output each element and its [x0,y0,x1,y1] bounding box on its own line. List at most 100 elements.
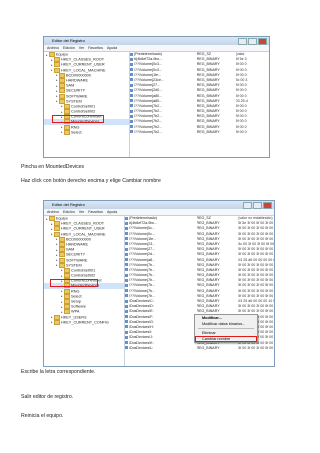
value-name: \??\Volume{7b2... [134,119,163,124]
value-name: \??\Volume{7b2... [134,124,163,129]
menu-item[interactable]: Ayuda [107,45,117,51]
value-name: \??\Volume{7b2... [134,103,163,108]
caption-step-3: Escribe la letra correspondiente. [21,369,96,375]
value-name: \??\Volume{1fe... [129,236,157,241]
tree-item-label: ControlSet001 [71,104,96,109]
menu-item[interactable]: Archivo [47,209,59,215]
tree-item-label: HKEY_CURRENT_USER [61,62,105,67]
binary-value-icon [130,94,133,98]
menu-item[interactable]: Edición [63,45,75,51]
binary-value-icon [125,221,128,225]
binary-value-icon [130,130,133,134]
tree-item[interactable]: ▸ HKEY_CURRENT_CONFIG [44,319,124,325]
binary-value-icon [125,258,128,262]
value-name: \DosDevices\K: [129,340,154,345]
window-title: Editor del Registro [52,38,85,43]
caption-step-2: Haz click con botón derecho encima y eli… [21,178,161,184]
minimize-button[interactable] [243,202,252,209]
value-data: 5f 00 3f 00 3f 00 5f 00 55 00 [238,345,274,350]
binary-value-icon [125,346,128,350]
registry-value-row[interactable]: \??\Volume{7b2... REG_BINARY 5f 00 0 [130,130,269,135]
value-name: \??\Volume{a80... [134,93,163,98]
binary-value-icon [130,83,133,87]
tree-item-label: HKEY_CLASSES_ROOT [61,221,105,226]
maximize-button[interactable] [248,38,257,45]
tree-item-label: HKEY_CURRENT_CONFIG [61,320,109,325]
maximize-button[interactable] [253,202,262,209]
binary-value-icon [125,252,128,256]
registry-value-row[interactable]: \DosDevices\L: REG_BINARY 5f 00 3f 00 3f 0… [125,346,274,351]
binary-value-icon [125,232,128,236]
tree-item-label: SOFTWARE [66,258,88,262]
value-name: \DosDevices\D: [129,304,154,309]
value-name: \??\Volume{7b... [129,278,156,283]
value-type: REG_BINARY [196,345,220,350]
value-name: \??\Volume{7b2... [134,129,163,134]
value-name: \??\Volume{0c... [129,231,155,236]
context-menu-item[interactable]: Modificar datos binarios... [195,321,257,327]
context-menu-item[interactable]: Cambiar nombre [195,335,257,342]
binary-value-icon [125,304,128,308]
tree-item-label: RNG [71,289,80,294]
menu-item[interactable]: Ver [79,209,84,215]
value-name: \??\Volume{7b2... [134,109,163,114]
binary-value-icon [125,247,128,251]
value-name: (Predeterminado) [129,216,157,220]
value-name: \??\Volume{a8... [129,257,156,262]
registry-editor-window-1: Editor del Registro Archivo Edición Ver … [43,36,270,158]
tree-item-label: Select [71,130,82,135]
binary-value-icon [125,216,128,220]
value-name: \??\Volume{2d0... [134,88,163,93]
registry-tree: ▸ Equipo ▸ HKEY_CLASSES_ROOT ▸ HKEY_CURRENT_U… [44,216,125,366]
binary-value-icon [130,62,133,66]
value-name: \DosDevices\F: [129,314,154,319]
binary-value-icon [125,283,128,287]
binary-value-icon [125,309,128,313]
tree-item-label: Software [71,304,86,309]
value-name: \DosDevices\L: [129,345,154,350]
window-title-bar: Editor del Registro [44,37,269,45]
registry-editor-window-2: Editor del Registro Archivo Edición Ver … [43,200,275,367]
window-title: Editor del Registro [52,202,85,207]
binary-value-icon [125,341,128,345]
tree-item-label: HKEY_CURRENT_USER [61,226,105,231]
close-button[interactable] [258,38,267,45]
tree-item-label: Equipo [56,52,68,57]
value-name: \??\Volume{23ce... [134,77,164,82]
folder-icon [54,319,60,325]
value-name: \??\Volume{7b... [129,288,156,293]
tree-item-label: SOFTWARE [66,94,88,98]
menu-item[interactable]: Edición [63,209,75,215]
tree-item-label: HKEY_CLASSES_ROOT [61,57,105,62]
tree-item-label: SECURITY [66,252,86,257]
binary-value-icon [130,119,133,123]
binary-value-icon [130,88,133,92]
registry-values-list: (Predeterminado) REG_SZ (valor no establec… [125,216,274,366]
tree-item-label: SYSTEM [66,99,82,104]
tree-item-label: Select [71,294,82,299]
binary-value-icon [130,73,133,77]
close-button[interactable] [263,202,272,209]
value-name: \??\Volume{23... [129,241,156,246]
value-name: #{4b6ef72a-9bc... [134,57,163,62]
value-name: \??\Volume{7b... [129,283,156,288]
value-name: \DosDevices\I: [129,330,153,335]
value-name: \DosDevices\G: [129,319,154,324]
binary-value-icon [130,109,133,113]
tree-item-label: HKEY_LOCAL_MACHINE [61,68,106,73]
menu-item[interactable]: Favoritos [88,209,103,215]
menu-item[interactable]: Ayuda [107,209,117,215]
binary-value-icon [130,52,133,56]
tree-item[interactable]: ▸ Select [44,129,129,135]
binary-value-icon [125,268,128,272]
tree-item-label: HKEY_LOCAL_MACHINE [61,232,106,237]
minimize-button[interactable] [238,38,247,45]
tree-item-label: HARDWARE [66,242,89,247]
binary-value-icon [125,273,128,277]
tree-item-label: SAM [66,247,75,252]
binary-value-icon [125,237,128,241]
menu-item[interactable]: Ver [79,45,84,51]
menu-item[interactable]: Favoritos [88,45,103,51]
value-name-cell: \??\Volume{7b2... [130,130,197,135]
menu-item[interactable]: Archivo [47,45,59,51]
